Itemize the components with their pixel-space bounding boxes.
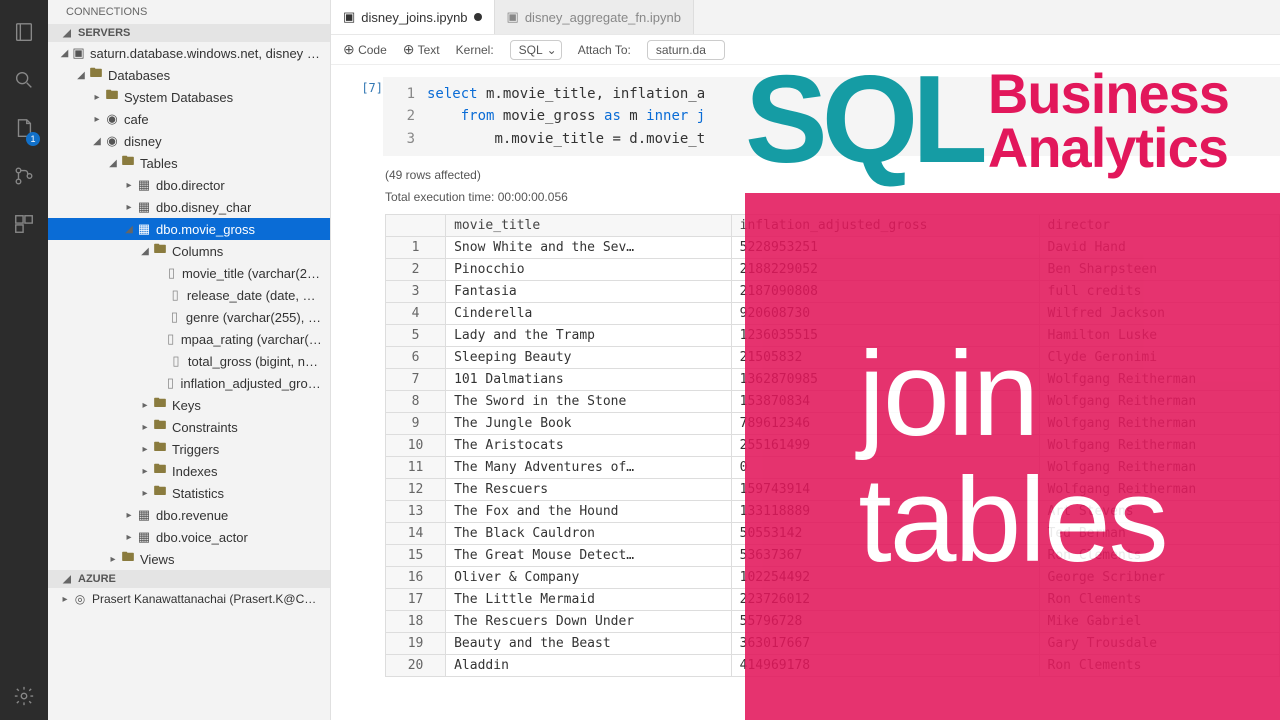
notebook-icon[interactable]: 1 xyxy=(0,104,48,152)
search-icon[interactable] xyxy=(0,56,48,104)
banner-sql: SQL xyxy=(745,65,982,177)
extensions-icon[interactable] xyxy=(0,200,48,248)
db-disney[interactable]: ◢◉disney xyxy=(48,130,330,152)
banner-business-analytics: BusinessAnalytics xyxy=(988,67,1229,173)
col-movie-title[interactable]: ▯movie_title (varchar(255), null) xyxy=(48,262,330,284)
azure-account[interactable]: ▸◎Prasert Kanawattanachai (Prasert.K@C… xyxy=(48,588,330,610)
db-cafe[interactable]: ▸◉cafe xyxy=(48,108,330,130)
connections-sidebar: CONNECTIONS ◢SERVERS ◢▣saturn.database.w… xyxy=(48,0,331,720)
badge: 1 xyxy=(26,132,40,146)
notebook-icon: ▣ xyxy=(507,9,519,25)
sysdb-folder[interactable]: ▸🖿System Databases xyxy=(48,86,330,108)
tables-folder[interactable]: ◢🖿Tables xyxy=(48,152,330,174)
col-inflation[interactable]: ▯inflation_adjusted_gross (bigin… xyxy=(48,372,330,394)
table-movie-gross[interactable]: ◢▦dbo.movie_gross xyxy=(48,218,330,240)
add-text-button[interactable]: ⊕ Text xyxy=(403,41,440,58)
statistics-folder[interactable]: ▸🖿Statistics xyxy=(48,482,330,504)
settings-icon[interactable] xyxy=(0,672,48,720)
editor-tabs: ▣ disney_joins.ipynb ▣ disney_aggregate_… xyxy=(331,0,1280,35)
server-node[interactable]: ◢▣saturn.database.windows.net, disney (a… xyxy=(48,42,330,64)
triggers-folder[interactable]: ▸🖿Triggers xyxy=(48,438,330,460)
cell-prompt: [7] xyxy=(343,77,383,156)
explorer-icon[interactable] xyxy=(0,8,48,56)
kernel-label: Kernel: xyxy=(456,43,494,57)
constraints-folder[interactable]: ▸🖿Constraints xyxy=(48,416,330,438)
indexes-folder[interactable]: ▸🖿Indexes xyxy=(48,460,330,482)
notebook-icon: ▣ xyxy=(343,9,355,25)
table-voice-actor[interactable]: ▸▦dbo.voice_actor xyxy=(48,526,330,548)
add-code-button[interactable]: ⊕ Code xyxy=(343,41,387,58)
col-release-date[interactable]: ▯release_date (date, null) xyxy=(48,284,330,306)
tab-disney-joins[interactable]: ▣ disney_joins.ipynb xyxy=(331,0,495,34)
columns-folder[interactable]: ◢🖿Columns xyxy=(48,240,330,262)
col-genre[interactable]: ▯genre (varchar(255), null) xyxy=(48,306,330,328)
attach-label: Attach To: xyxy=(578,43,631,57)
attach-select[interactable]: saturn.da xyxy=(647,40,725,60)
tab-disney-aggregate[interactable]: ▣ disney_aggregate_fn.ipynb xyxy=(495,0,694,34)
keys-folder[interactable]: ▸🖿Keys xyxy=(48,394,330,416)
col-mpaa[interactable]: ▯mpaa_rating (varchar(255), null) xyxy=(48,328,330,350)
table-revenue[interactable]: ▸▦dbo.revenue xyxy=(48,504,330,526)
col-total-gross[interactable]: ▯total_gross (bigint, null) xyxy=(48,350,330,372)
rownum-header xyxy=(386,215,446,237)
azure-section[interactable]: ◢AZURE xyxy=(48,570,330,588)
servers-section[interactable]: ◢SERVERS xyxy=(48,24,330,42)
table-disney-char[interactable]: ▸▦dbo.disney_char xyxy=(48,196,330,218)
table-director[interactable]: ▸▦dbo.director xyxy=(48,174,330,196)
banner-top: SQL BusinessAnalytics xyxy=(745,48,1280,193)
col-header-title[interactable]: movie_title xyxy=(446,215,732,237)
source-control-icon[interactable] xyxy=(0,152,48,200)
activity-bar: 1 xyxy=(0,0,48,720)
sidebar-title: CONNECTIONS xyxy=(48,0,330,24)
views-folder[interactable]: ▸🖿Views xyxy=(48,548,330,570)
kernel-select[interactable]: SQL ⌄ xyxy=(510,40,562,60)
banner-join-tables: jointables xyxy=(745,193,1280,720)
dirty-dot-icon xyxy=(474,13,482,21)
databases-folder[interactable]: ◢🖿Databases xyxy=(48,64,330,86)
